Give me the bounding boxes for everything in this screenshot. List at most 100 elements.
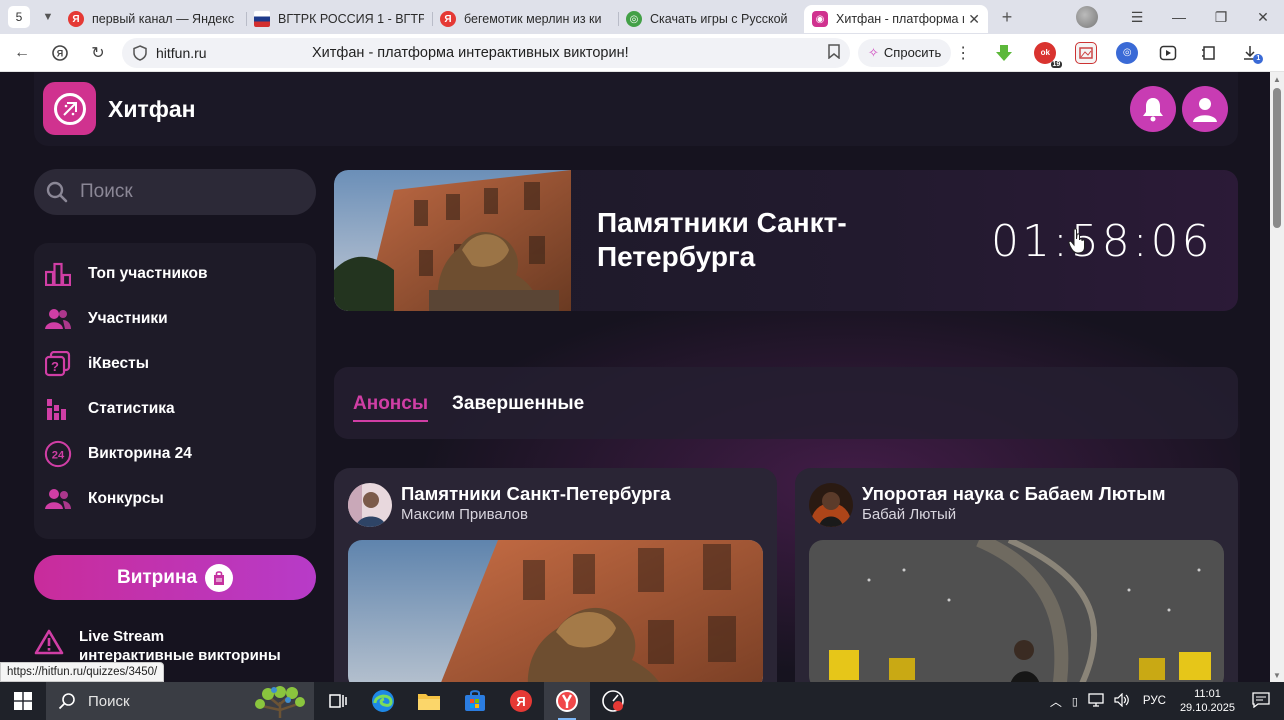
yandex-app-icon[interactable]: Я (498, 682, 544, 720)
sidebar-item-iquests[interactable]: ? iКвесты (34, 341, 316, 386)
tab-title: первый канал — Яндекс (92, 12, 235, 26)
author-avatar[interactable] (809, 483, 853, 527)
volume-icon[interactable] (1114, 692, 1130, 710)
windows-start-icon[interactable] (0, 682, 46, 720)
users-icon (44, 305, 72, 333)
site-logo-text[interactable]: Хитфан (108, 96, 196, 123)
tab-count-badge[interactable]: 5 (8, 6, 30, 28)
quiz-card-author[interactable]: Максим Привалов (401, 506, 528, 523)
yandex-protect-icon[interactable]: Я (44, 37, 76, 69)
image-extension-icon[interactable] (1075, 41, 1098, 64)
tab-title: Хитфан - платформа и (836, 12, 965, 26)
browser-tab-1[interactable]: Я первый канал — Яндекс (60, 5, 246, 33)
close-window-icon[interactable]: ✕ (1242, 0, 1284, 34)
user-profile-icon[interactable] (1182, 86, 1228, 132)
media-play-icon[interactable] (1157, 42, 1179, 64)
sidebar-item-label: Конкурсы (88, 489, 164, 507)
taskbar-search[interactable] (46, 682, 314, 720)
hitfun-logo-icon[interactable] (43, 82, 96, 135)
reload-icon[interactable]: ↻ (82, 37, 114, 69)
page-scrollbar[interactable]: ▲ ▼ (1270, 72, 1284, 682)
vitrina-label: Витрина (116, 566, 198, 588)
notifications-icon[interactable] (1252, 691, 1270, 711)
sidebar-item-label: Статистика (88, 399, 175, 417)
sidebar-item-label: Участники (88, 309, 168, 327)
sidebar-item-top-participants[interactable]: Топ участников (34, 251, 316, 296)
download-arrow-icon[interactable] (993, 42, 1015, 64)
countdown-timer: 01:58:06 (991, 216, 1213, 267)
edge-browser-icon[interactable] (360, 682, 406, 720)
task-view-icon[interactable] (314, 682, 360, 720)
taskbar-search-input[interactable] (88, 692, 238, 710)
tab-list-chevron-icon[interactable]: ▼ (36, 5, 60, 29)
url-field[interactable]: hitfun.ru Хитфан - платформа интерактивн… (122, 37, 850, 68)
svg-text:Я: Я (516, 694, 525, 709)
tab-title: ВГТРК РОССИЯ 1 - ВГТР (278, 12, 424, 26)
yandex-icon: Я (68, 11, 84, 27)
browser-tab-3[interactable]: Я бегемотик мерлин из ки (432, 5, 618, 33)
tray-app-icon[interactable]: ▯ (1072, 695, 1078, 708)
ask-label: Спросить (883, 45, 942, 60)
scrollbar-thumb[interactable] (1273, 88, 1281, 228)
tab-announcements[interactable]: Анонсы (353, 393, 429, 422)
sidebar-item-contests[interactable]: Конкурсы (34, 476, 316, 521)
search-input[interactable] (80, 181, 300, 203)
browser-tab-2[interactable]: ВГТРК РОССИЯ 1 - ВГТР (246, 5, 432, 33)
show-hidden-icons-chevron-icon[interactable]: ︿ (1050, 693, 1062, 710)
search-highlight-tree-icon (255, 686, 305, 718)
system-clock[interactable]: 11:01 29.10.2025 (1180, 687, 1235, 715)
menu-icon[interactable]: ☰ (1116, 0, 1158, 34)
extension-badge-icon[interactable]: ok 19 (1034, 41, 1063, 68)
profile-avatar[interactable] (1076, 6, 1098, 28)
sidebar-item-statistics[interactable]: Статистика (34, 386, 316, 431)
warning-icon (34, 629, 64, 655)
link-status-bar: https://hitfun.ru/quizzes/3450/ (0, 662, 165, 682)
site-search[interactable] (34, 169, 316, 215)
translate-globe-icon[interactable]: ◎ (1116, 41, 1139, 64)
lion-statue-image (334, 170, 571, 311)
quiz-card-image (809, 540, 1224, 682)
bookmark-icon[interactable] (828, 43, 840, 62)
quiz-card-author[interactable]: Бабай Лютый (862, 506, 956, 523)
author-avatar[interactable] (348, 483, 392, 527)
input-language[interactable]: РУС (1143, 695, 1166, 707)
ask-alice-button[interactable]: ✧ Спросить (858, 38, 952, 67)
tab-title: Скачать игры с Русской (650, 12, 788, 26)
collections-icon[interactable] (1198, 42, 1220, 64)
svg-text:Я: Я (57, 48, 63, 58)
back-arrow-icon[interactable]: ← (6, 37, 38, 69)
contest-icon (44, 485, 72, 513)
microsoft-store-icon[interactable] (452, 682, 498, 720)
yandex-browser-icon[interactable] (544, 682, 590, 720)
sidebar-item-quiz-24[interactable]: 24 Викторина 24 (34, 431, 316, 476)
featured-quiz-banner[interactable]: Памятники Санкт-Петербурга 01:58:06 (334, 170, 1238, 311)
sidebar-item-participants[interactable]: Участники (34, 296, 316, 341)
yandex-icon: Я (440, 11, 456, 27)
live-stream-title: Live Stream (79, 628, 165, 645)
windows-taskbar: Я ︿ ▯ РУС 11:01 29.10.2025 (0, 682, 1284, 720)
quiz-card[interactable]: Упоротая наука с Бабаем Лютым Бабай Люты… (795, 468, 1238, 682)
recorder-app-icon[interactable] (590, 682, 636, 720)
close-tab-icon[interactable]: ✕ (968, 11, 980, 28)
notifications-bell-icon[interactable] (1130, 86, 1176, 132)
scroll-up-icon[interactable]: ▲ (1270, 72, 1284, 86)
restore-icon[interactable]: ❐ (1200, 0, 1242, 34)
minimize-icon[interactable]: — (1158, 0, 1200, 34)
vitrina-button[interactable]: Витрина (34, 555, 316, 600)
tab-finished[interactable]: Завершенные (452, 393, 584, 415)
scroll-down-icon[interactable]: ▼ (1270, 668, 1284, 682)
file-explorer-icon[interactable] (406, 682, 452, 720)
site-header: Хитфан (34, 72, 1238, 146)
search-icon (58, 693, 75, 710)
browser-tab-4[interactable]: ◎ Скачать игры с Русской (618, 5, 804, 33)
browser-tab-bar: 5 ▼ Я первый канал — Яндекс ВГТРК РОССИЯ… (0, 0, 1284, 34)
new-tab-button[interactable]: + (994, 4, 1020, 30)
quiz-card-title: Упоротая наука с Бабаем Лютым (862, 483, 1166, 504)
browser-tab-active[interactable]: ◉ Хитфан - платформа и ✕ (804, 5, 988, 33)
more-options-icon[interactable]: ⋮ (951, 43, 975, 63)
svg-text:24: 24 (52, 449, 65, 461)
downloads-icon[interactable]: 1 (1239, 42, 1264, 64)
network-icon[interactable] (1088, 692, 1104, 710)
quiz-card[interactable]: Памятники Санкт-Петербурга Максим Привал… (334, 468, 777, 682)
hand-cursor-icon (1068, 228, 1085, 254)
